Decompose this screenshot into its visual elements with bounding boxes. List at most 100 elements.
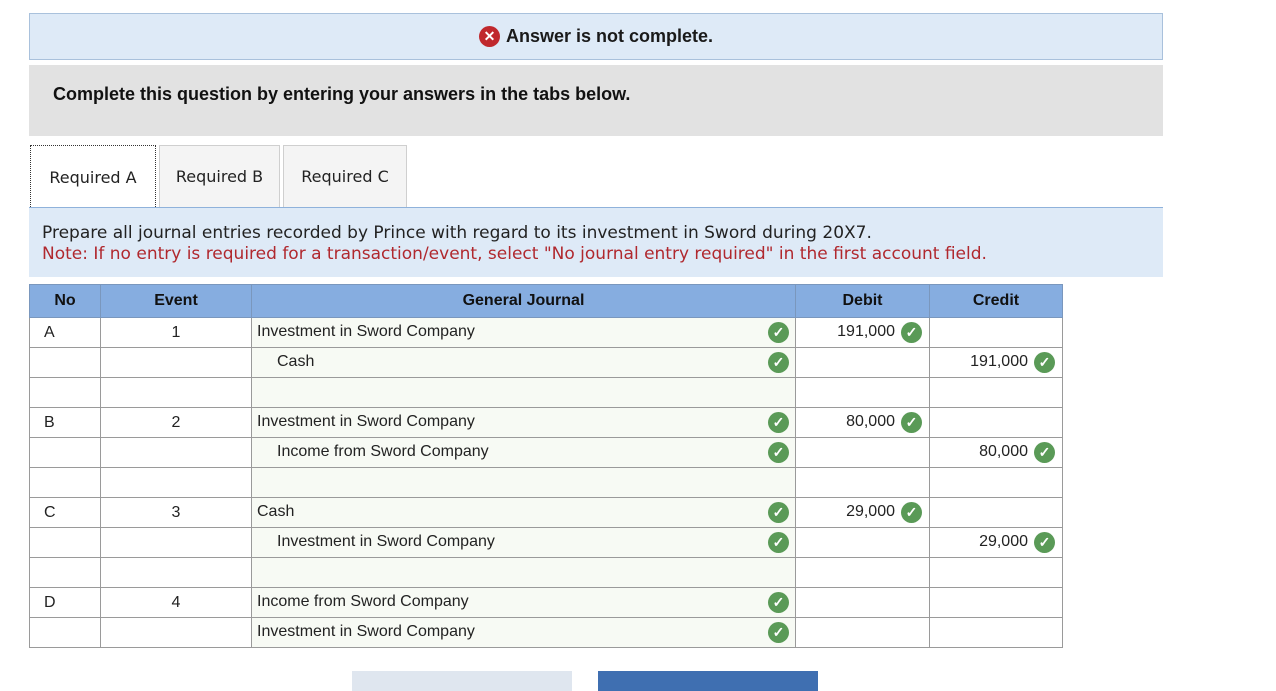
table-row: Income from Sword Company ✓ 80,000 ✓ <box>29 437 1063 468</box>
credit-field[interactable] <box>929 407 1063 438</box>
table-row: B 2 Investment in Sword Company ✓ 80,000 ✓ <box>29 407 1063 438</box>
cell-no <box>29 467 101 498</box>
account-name: Income from Sword Company <box>277 443 489 460</box>
header-event: Event <box>100 284 252 318</box>
debit-field[interactable]: 80,000 ✓ <box>795 407 930 438</box>
account-field[interactable]: Investment in Sword Company ✓ <box>251 317 796 348</box>
cell-event <box>100 347 252 378</box>
account-field[interactable]: Income from Sword Company ✓ <box>251 437 796 468</box>
cell-event <box>100 617 252 648</box>
cell-no <box>29 437 101 468</box>
cell-event: 4 <box>100 587 252 618</box>
cell-no: C <box>29 497 101 528</box>
account-field[interactable] <box>251 467 796 498</box>
cell-event: 1 <box>100 317 252 348</box>
credit-value: 80,000 <box>979 443 1028 460</box>
check-icon: ✓ <box>768 532 789 553</box>
check-icon: ✓ <box>1034 352 1055 373</box>
account-name: Cash <box>277 353 315 370</box>
credit-field[interactable] <box>929 497 1063 528</box>
cell-no <box>29 347 101 378</box>
debit-field[interactable]: 29,000 ✓ <box>795 497 930 528</box>
cell-event: 2 <box>100 407 252 438</box>
cell-event <box>100 437 252 468</box>
credit-value: 191,000 <box>970 353 1028 370</box>
table-row: Investment in Sword Company ✓ <box>29 617 1063 648</box>
debit-field[interactable] <box>795 437 930 468</box>
tab-required-a[interactable]: Required A <box>30 145 156 209</box>
table-header-row: No Event General Journal Debit Credit <box>29 284 1063 318</box>
credit-field[interactable] <box>929 467 1063 498</box>
debit-value: 29,000 <box>846 503 895 520</box>
account-field[interactable]: Investment in Sword Company ✓ <box>251 407 796 438</box>
debit-field[interactable] <box>795 467 930 498</box>
account-name: Investment in Sword Company <box>257 413 475 430</box>
cell-event <box>100 467 252 498</box>
account-name: Cash <box>257 503 295 520</box>
check-icon: ✓ <box>768 442 789 463</box>
header-credit: Credit <box>929 284 1063 318</box>
debit-field[interactable] <box>795 587 930 618</box>
check-icon: ✓ <box>901 502 922 523</box>
cell-event <box>100 377 252 408</box>
debit-field[interactable] <box>795 347 930 378</box>
cell-no: A <box>29 317 101 348</box>
answer-status-banner: ✕ Answer is not complete. <box>29 13 1163 60</box>
table-row: C 3 Cash ✓ 29,000 ✓ <box>29 497 1063 528</box>
table-row <box>29 557 1063 588</box>
account-field[interactable]: Investment in Sword Company ✓ <box>251 617 796 648</box>
account-name: Investment in Sword Company <box>257 623 475 640</box>
debit-value: 191,000 <box>837 323 895 340</box>
check-icon: ✓ <box>768 322 789 343</box>
account-name: Investment in Sword Company <box>277 533 495 550</box>
header-no: No <box>29 284 101 318</box>
table-row <box>29 467 1063 498</box>
tab-required-b[interactable]: Required B <box>159 145 280 207</box>
header-general-journal: General Journal <box>251 284 796 318</box>
next-button[interactable] <box>598 671 818 691</box>
account-field[interactable] <box>251 377 796 408</box>
check-icon: ✓ <box>768 502 789 523</box>
account-field[interactable]: Cash ✓ <box>251 347 796 378</box>
check-icon: ✓ <box>1034 532 1055 553</box>
question-prompt: Prepare all journal entries recorded by … <box>29 207 1163 277</box>
account-field[interactable] <box>251 557 796 588</box>
tab-required-c[interactable]: Required C <box>283 145 407 207</box>
check-icon: ✓ <box>768 412 789 433</box>
credit-field[interactable] <box>929 317 1063 348</box>
credit-field[interactable] <box>929 587 1063 618</box>
check-icon: ✓ <box>901 322 922 343</box>
account-field[interactable]: Cash ✓ <box>251 497 796 528</box>
cell-no <box>29 557 101 588</box>
credit-field[interactable]: 80,000 ✓ <box>929 437 1063 468</box>
account-name: Income from Sword Company <box>257 593 469 610</box>
check-icon: ✓ <box>768 592 789 613</box>
cell-no: D <box>29 587 101 618</box>
account-field[interactable]: Investment in Sword Company ✓ <box>251 527 796 558</box>
debit-field[interactable] <box>795 527 930 558</box>
cell-no <box>29 527 101 558</box>
credit-field[interactable] <box>929 377 1063 408</box>
prompt-text: Prepare all journal entries recorded by … <box>42 223 872 243</box>
account-field[interactable]: Income from Sword Company ✓ <box>251 587 796 618</box>
prompt-note: Note: If no entry is required for a tran… <box>42 244 987 264</box>
credit-field[interactable]: 191,000 ✓ <box>929 347 1063 378</box>
table-row: D 4 Income from Sword Company ✓ <box>29 587 1063 618</box>
table-row: Cash ✓ 191,000 ✓ <box>29 347 1063 378</box>
debit-value: 80,000 <box>846 413 895 430</box>
credit-field[interactable] <box>929 617 1063 648</box>
debit-field[interactable] <box>795 557 930 588</box>
table-row: Investment in Sword Company ✓ 29,000 ✓ <box>29 527 1063 558</box>
credit-value: 29,000 <box>979 533 1028 550</box>
debit-field[interactable] <box>795 377 930 408</box>
instructions-panel: Complete this question by entering your … <box>29 65 1163 136</box>
check-icon: ✓ <box>1034 442 1055 463</box>
check-icon: ✓ <box>901 412 922 433</box>
debit-field[interactable]: 191,000 ✓ <box>795 317 930 348</box>
debit-field[interactable] <box>795 617 930 648</box>
credit-field[interactable]: 29,000 ✓ <box>929 527 1063 558</box>
credit-field[interactable] <box>929 557 1063 588</box>
header-debit: Debit <box>795 284 930 318</box>
prev-button[interactable] <box>352 671 572 691</box>
cell-event: 3 <box>100 497 252 528</box>
